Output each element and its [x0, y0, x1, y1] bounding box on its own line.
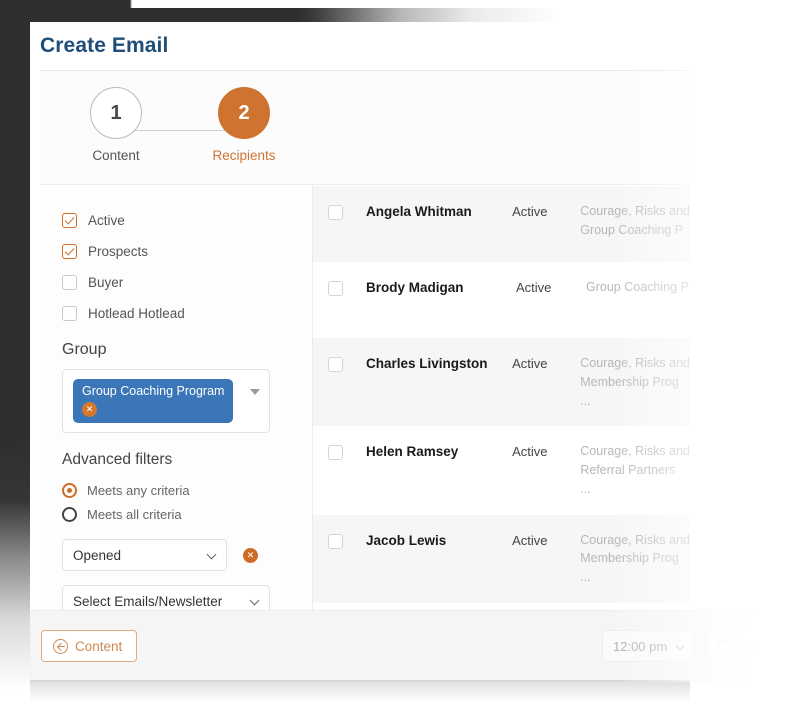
send-time-select[interactable]: 12:00 pm [602, 630, 694, 662]
filter-label: Prospects [88, 243, 149, 259]
row-checkbox-icon[interactable] [328, 281, 343, 296]
step-2-label: Recipients [212, 148, 276, 163]
status-badge: Active [512, 532, 548, 548]
contact-groups: Courage, Risks and Membership Prog... [580, 532, 690, 585]
table-row[interactable]: Brody Madigan Active Group Coaching P [313, 262, 690, 338]
filter-checkbox-buyer[interactable]: Buyer [62, 270, 312, 294]
step-content[interactable]: 1 Content [56, 87, 176, 163]
back-to-content-button[interactable]: Content [41, 630, 138, 662]
filter-checkbox-hotlead[interactable]: Hotlead Hotlead [62, 301, 312, 325]
caret-down-icon[interactable] [250, 389, 260, 395]
status-badge: Active [512, 204, 548, 219]
modal-drop-shadow [30, 680, 690, 702]
group-multiselect[interactable]: Group Coaching Program ✕ [62, 369, 270, 434]
close-circle-icon[interactable]: ✕ [243, 547, 258, 563]
status-badge: Active [512, 356, 548, 371]
advanced-filters-heading: Advanced filters [62, 451, 173, 469]
recipients-list[interactable]: Angela Whitman Active Courage, Risks and… [313, 186, 690, 610]
row-checkbox-icon[interactable] [328, 357, 343, 372]
group-tag[interactable]: Group Coaching Program ✕ [73, 379, 234, 424]
table-row[interactable]: Jacob Lewis Active Courage, Risks and Mem… [313, 514, 690, 603]
create-email-modal: Create Email 1 Content 2 Recipients Acti… [30, 22, 770, 682]
checkbox-icon[interactable] [62, 305, 77, 321]
criteria-row: Opened ✕ [62, 539, 312, 572]
page-title: Create Email [40, 34, 169, 57]
email-select-row: Select Emails/Newsletter [62, 585, 312, 610]
contact-name: Angela Whitman [366, 204, 472, 219]
filter-label: Hotlead Hotlead [88, 305, 185, 321]
email-newsletter-select[interactable]: Select Emails/Newsletter [62, 585, 270, 610]
radio-icon[interactable] [62, 507, 77, 523]
contact-name: Brody Madigan [366, 280, 464, 295]
back-button-label: Content [75, 638, 123, 654]
chevron-down-icon[interactable] [206, 549, 217, 560]
send-time-value: 12:00 pm [613, 638, 668, 654]
criteria-select[interactable]: Opened [62, 539, 227, 572]
wizard-stepper: 1 Content 2 Recipients [40, 71, 690, 185]
table-row[interactable]: Charles Livingston Active Courage, Risks… [313, 338, 690, 427]
table-row[interactable]: Lynn Richards Active Group Coaching PCou… [313, 603, 690, 610]
chevron-down-icon[interactable] [675, 641, 685, 651]
chevron-down-icon[interactable] [249, 595, 260, 606]
row-checkbox-icon[interactable] [328, 205, 343, 220]
table-row[interactable]: Angela Whitman Active Courage, Risks and… [313, 186, 690, 262]
contact-groups: Courage, Risks and Membership Prog... [580, 356, 690, 408]
backdrop-left-notch [0, 0, 18, 452]
screen-root: Create Email 1 Content 2 Recipients Acti… [0, 0, 800, 709]
contact-groups: Courage, Risks and Referral Partners... [580, 444, 690, 496]
step-1-label: Content [92, 148, 140, 163]
send-date-field[interactable]: 10/0 [708, 630, 770, 662]
step-1-badge: 1 [90, 87, 142, 139]
checkbox-icon[interactable] [62, 212, 77, 228]
step-recipients[interactable]: 2 Recipients [184, 87, 304, 163]
arrow-left-circle-icon [53, 638, 68, 654]
modal-footer: Content 12:00 pm 10/0 [30, 610, 770, 682]
backdrop-top-strip [0, 0, 800, 8]
group-tag-label: Group Coaching Program [82, 384, 225, 398]
close-x-icon[interactable]: ✕ [82, 402, 97, 418]
filter-checkbox-prospects[interactable]: Prospects [62, 239, 312, 263]
filter-label: Active [88, 212, 125, 228]
calendar-icon [716, 638, 731, 653]
checkbox-icon[interactable] [62, 243, 77, 259]
row-checkbox-icon[interactable] [328, 445, 343, 461]
table-row[interactable]: Helen Ramsey Active Courage, Risks and Re… [313, 426, 690, 514]
contact-name: Jacob Lewis [366, 532, 447, 548]
radio-label: Meets all criteria [87, 507, 182, 523]
step-2-badge: 2 [218, 87, 270, 139]
group-heading: Group [62, 341, 107, 358]
status-badge: Active [512, 444, 548, 460]
contact-name: Charles Livingston [366, 356, 488, 371]
modal-body: Active Prospects Buyer Hotlead Hotlead G… [40, 186, 690, 610]
filters-panel: Active Prospects Buyer Hotlead Hotlead G… [40, 186, 312, 610]
radio-meets-any[interactable]: Meets any criteria [62, 480, 312, 501]
contact-groups: Courage, Risks and Group Coaching P [580, 204, 690, 237]
checkbox-icon[interactable] [62, 274, 77, 290]
filter-checkbox-active[interactable]: Active [62, 208, 312, 232]
contact-groups: Group Coaching P [586, 280, 689, 294]
contact-name: Helen Ramsey [366, 444, 459, 460]
status-badge: Active [516, 280, 552, 295]
row-checkbox-icon[interactable] [328, 533, 343, 549]
email-select-value: Select Emails/Newsletter [73, 593, 223, 609]
filter-label: Buyer [88, 274, 124, 290]
send-date-value: 10/0 [740, 638, 766, 654]
criteria-select-value: Opened [73, 547, 122, 563]
radio-label: Meets any criteria [87, 483, 190, 499]
radio-meets-all[interactable]: Meets all criteria [62, 504, 312, 525]
radio-icon[interactable] [62, 483, 77, 499]
